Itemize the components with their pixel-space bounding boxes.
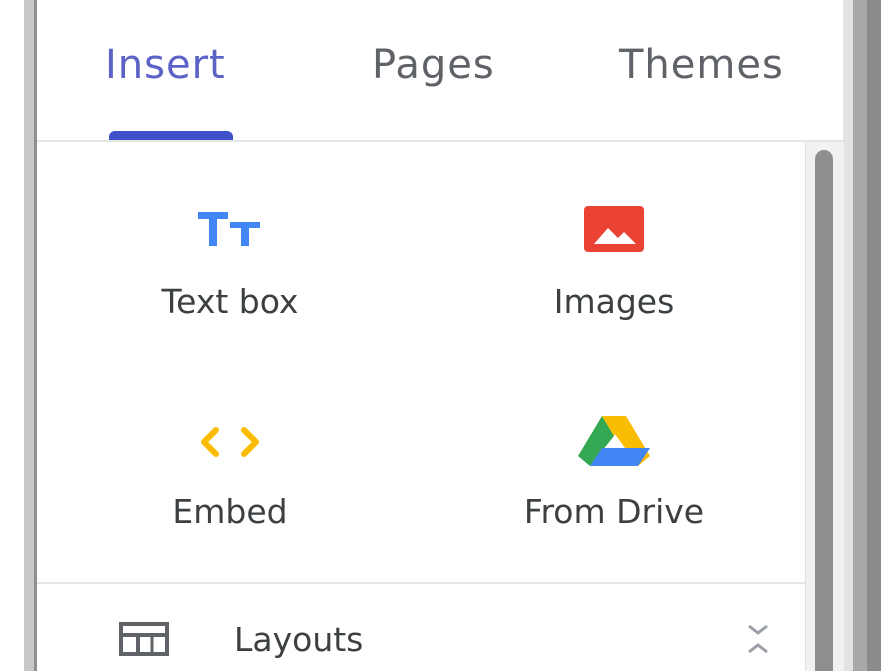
embed-button[interactable]: Embed <box>80 400 380 540</box>
tab-insert[interactable]: Insert <box>105 42 226 88</box>
collapse-icon[interactable] <box>743 622 773 658</box>
from-drive-label: From Drive <box>523 492 705 531</box>
tab-themes[interactable]: Themes <box>619 42 784 88</box>
google-drive-icon <box>578 416 650 466</box>
window-scrollbar-edge <box>853 0 881 671</box>
layouts-icon <box>119 622 169 656</box>
image-icon <box>584 206 644 252</box>
panel-scrollbar-thumb[interactable] <box>815 150 833 671</box>
tab-bar: Insert Pages Themes <box>37 0 843 142</box>
section-divider <box>37 582 805 584</box>
embed-label: Embed <box>172 492 288 531</box>
active-tab-indicator <box>109 131 233 140</box>
text-box-icon <box>198 212 260 246</box>
window-margin-left <box>0 0 24 671</box>
tab-pages[interactable]: Pages <box>372 42 495 88</box>
images-label: Images <box>553 282 675 321</box>
images-button[interactable]: Images <box>464 190 764 330</box>
from-drive-button[interactable]: From Drive <box>464 400 764 540</box>
layouts-section-header[interactable]: Layouts <box>37 600 805 671</box>
layouts-label: Layouts <box>234 620 364 659</box>
insert-panel-screenshot: Insert Pages Themes Text box Images Embe… <box>0 0 881 671</box>
embed-code-icon <box>201 427 259 457</box>
text-box-label: Text box <box>161 282 299 321</box>
window-border-left <box>24 0 37 671</box>
text-box-button[interactable]: Text box <box>80 190 380 330</box>
